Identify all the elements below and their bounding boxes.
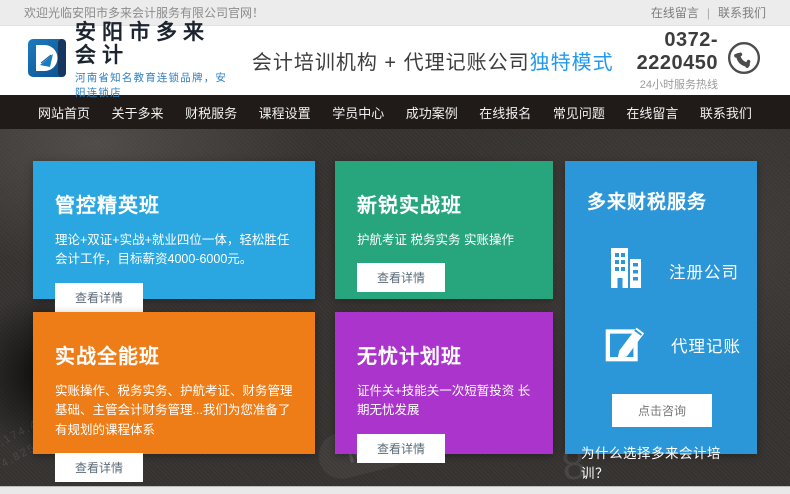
slogan-prefix: 会计培训机构 + 代理记账公司 xyxy=(252,52,530,74)
view-details-button[interactable]: 查看详情 xyxy=(357,434,445,463)
view-details-button[interactable]: 查看详情 xyxy=(55,453,143,482)
course-card-shizhan: 实战全能班 实账操作、税务实务、护航考证、财务管理基础、主管会计财务管理...我… xyxy=(33,312,315,454)
nav-item-signup[interactable]: 在线报名 xyxy=(479,103,531,122)
next-section-edge xyxy=(0,486,790,494)
card-title: 无忧计划班 xyxy=(357,340,531,369)
card-title: 实战全能班 xyxy=(55,340,293,369)
view-details-button[interactable]: 查看详情 xyxy=(55,283,143,312)
welcome-text: 欢迎光临安阳市多来会计服务有限公司官网！ xyxy=(24,4,264,21)
course-card-grid: 管控精英班 理论+双证+实战+就业四位一体，轻松胜任会计工作，目标薪资4000-… xyxy=(33,161,757,454)
card-description: 护航考证 税务实务 实账操作 xyxy=(357,231,531,250)
nav-item-cases[interactable]: 成功案例 xyxy=(406,103,458,122)
phone-number: 0372-2220450 xyxy=(614,29,718,75)
topbar-link-message[interactable]: 在线留言 xyxy=(651,6,699,20)
course-card-xinrui: 新锐实战班 护航考证 税务实务 实账操作 查看详情 xyxy=(335,161,553,299)
service-item-register-company[interactable]: 注册公司 xyxy=(605,246,741,295)
course-card-guankong: 管控精英班 理论+双证+实战+就业四位一体，轻松胜任会计工作，目标薪资4000-… xyxy=(33,161,315,299)
card-description: 理论+双证+实战+就业四位一体，轻松胜任会计工作，目标薪资4000-6000元。 xyxy=(55,231,293,270)
building-icon xyxy=(605,246,645,295)
topbar-link-contact[interactable]: 联系我们 xyxy=(718,6,766,20)
service-label: 代理记账 xyxy=(671,333,741,357)
panel-title: 多来财税服务 xyxy=(587,187,741,214)
site-header: 安阳市多来会计 河南省知名教育连锁品牌，安阳连锁店 会计培训机构 + 代理记账公… xyxy=(0,26,790,95)
card-title: 新锐实战班 xyxy=(357,189,531,218)
nav-item-message[interactable]: 在线留言 xyxy=(626,103,678,122)
header-phone: 0372-2220450 24小时服务热线 xyxy=(614,29,762,92)
header-slogan: 会计培训机构 + 代理记账公司独特模式 xyxy=(252,46,614,75)
course-card-wuyou: 无忧计划班 证件关+技能关一次短暂投资 长期无忧发展 查看详情 xyxy=(335,312,553,454)
topbar-separator: | xyxy=(707,6,710,20)
nav-item-faq[interactable]: 常见问题 xyxy=(553,103,605,122)
nav-item-about[interactable]: 关于多来 xyxy=(112,103,164,122)
service-item-bookkeeping[interactable]: 代理记账 xyxy=(605,321,741,368)
main-nav: 网站首页 关于多来 财税服务 课程设置 学员中心 成功案例 在线报名 常见问题 … xyxy=(0,95,790,129)
why-choose-link[interactable]: 为什么选择多来会计培训？ xyxy=(581,442,741,482)
nav-item-students[interactable]: 学员中心 xyxy=(332,103,384,122)
logo-icon xyxy=(28,39,66,82)
phone-icon xyxy=(726,40,762,81)
nav-item-contact[interactable]: 联系我们 xyxy=(700,103,752,122)
phone-hotline-label: 24小时服务热线 xyxy=(614,76,718,92)
card-description: 证件关+技能关一次短暂投资 长期无忧发展 xyxy=(357,382,531,421)
slogan-highlight: 独特模式 xyxy=(530,52,614,74)
logo-text: 安阳市多来会计 河南省知名教育连锁品牌，安阳连锁店 xyxy=(75,21,232,100)
consult-button[interactable]: 点击咨询 xyxy=(612,394,712,427)
pencil-icon xyxy=(605,321,647,368)
hero-section: M+ 8 4,174,400 4,825,700 管控精英班 理论+双证+实战+… xyxy=(0,129,790,486)
service-label: 注册公司 xyxy=(669,259,739,283)
logo-tagline: 河南省知名教育连锁品牌，安阳连锁店 xyxy=(75,70,232,100)
tax-service-panel: 多来财税服务 xyxy=(565,161,757,454)
logo-title: 安阳市多来会计 xyxy=(75,21,232,67)
topbar-links: 在线留言 | 联系我们 xyxy=(651,4,766,21)
card-title: 管控精英班 xyxy=(55,189,293,218)
nav-item-courses[interactable]: 课程设置 xyxy=(259,103,311,122)
nav-item-tax-services[interactable]: 财税服务 xyxy=(185,103,237,122)
view-details-button[interactable]: 查看详情 xyxy=(357,263,445,292)
nav-item-home[interactable]: 网站首页 xyxy=(38,103,90,122)
site-logo[interactable]: 安阳市多来会计 河南省知名教育连锁品牌，安阳连锁店 xyxy=(28,21,232,100)
card-description: 实账操作、税务实务、护航考证、财务管理基础、主管会计财务管理...我们为您准备了… xyxy=(55,382,293,440)
